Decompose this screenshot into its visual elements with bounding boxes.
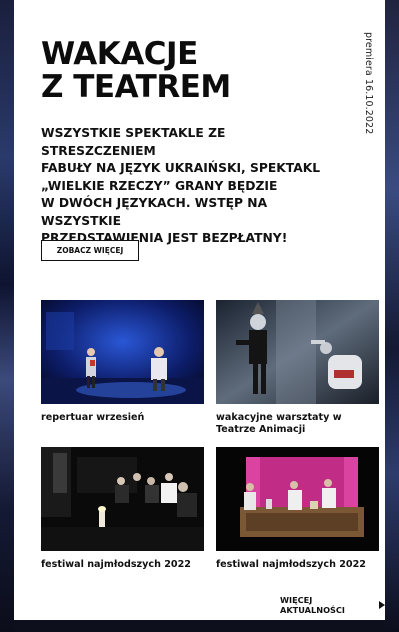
news-tile-1[interactable]: repertuar wrzesień	[41, 300, 204, 424]
lead-text: WSZYSTKIE SPEKTAKLE ZE STRESZCZENIEM FAB…	[41, 126, 321, 245]
news-tile-4[interactable]: festiwal najmłodszych 2022	[216, 447, 379, 571]
more-news-label[interactable]: WIĘCEJ AKTUALNOŚCI	[280, 595, 373, 615]
page-title: WAKACJE Z TEATREM	[41, 38, 301, 104]
stage-photo-dark[interactable]	[41, 447, 204, 551]
see-more-button[interactable]: ZOBACZ WIĘCEJ	[41, 240, 139, 261]
more-news-link[interactable]: WIĘCEJ AKTUALNOŚCI	[280, 595, 385, 615]
premiere-date: premiera 16.10.2022	[363, 32, 374, 135]
play-arrow-icon	[379, 601, 385, 609]
stage-photo-blue[interactable]	[41, 300, 204, 404]
news-tile-2[interactable]: wakacyjne warsztaty w Teatrze Animacji	[216, 300, 379, 436]
tile-caption[interactable]: festiwal najmłodszych 2022	[216, 559, 379, 571]
stage-photo-pink[interactable]	[216, 447, 379, 551]
background-left-edge	[0, 0, 14, 632]
content-card: WAKACJE Z TEATREM premiera 16.10.2022 WS…	[14, 0, 385, 620]
background-right-edge	[385, 0, 399, 632]
title-line-2: Z TEATREM	[41, 69, 231, 105]
tile-caption[interactable]: festiwal najmłodszych 2022	[41, 559, 204, 571]
stage-photo-grey[interactable]	[216, 300, 379, 404]
tile-caption[interactable]: repertuar wrzesień	[41, 412, 204, 424]
news-tile-3[interactable]: festiwal najmłodszych 2022	[41, 447, 204, 571]
title-line-1: WAKACJE	[41, 36, 198, 72]
tile-caption[interactable]: wakacyjne warsztaty w Teatrze Animacji	[216, 412, 379, 436]
